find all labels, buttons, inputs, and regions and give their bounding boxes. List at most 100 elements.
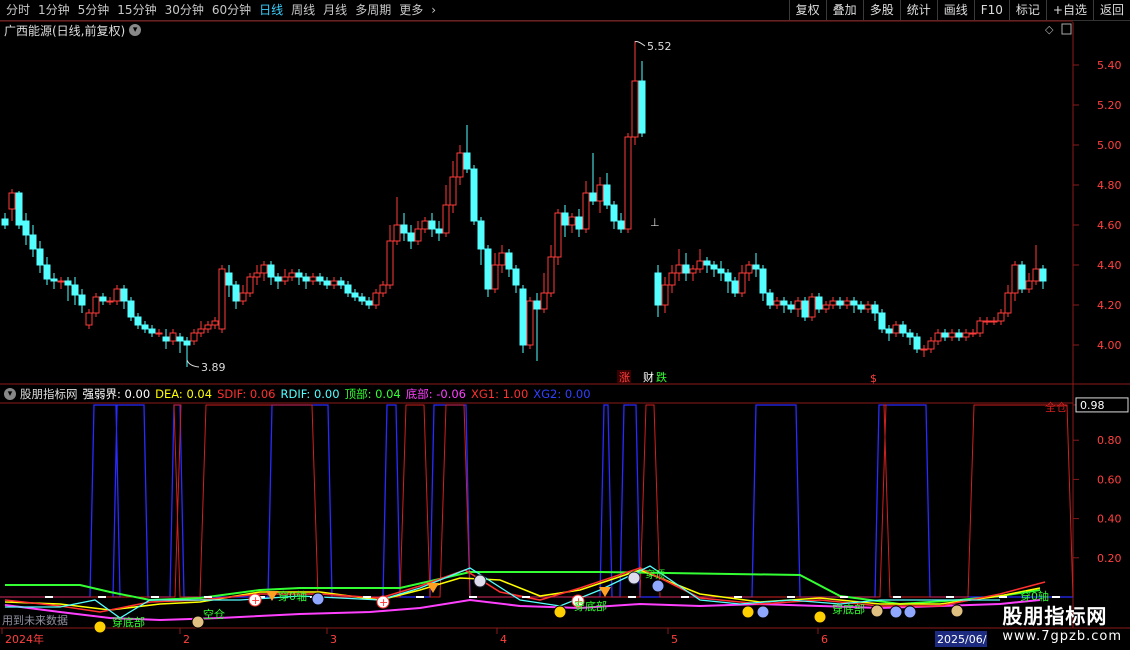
candle-body-35 xyxy=(246,276,254,294)
candle-body-3 xyxy=(22,220,30,236)
candle-body-133 xyxy=(941,332,949,338)
coin-icon-1 xyxy=(870,604,884,618)
candle-body-17 xyxy=(120,288,128,302)
candle-body-52 xyxy=(365,300,373,306)
candle-body-135 xyxy=(955,332,963,338)
xg2-line xyxy=(0,404,1073,598)
ind-tick-1: 0.80 xyxy=(1097,434,1122,447)
candle-body-131 xyxy=(927,340,935,350)
candle-body-101 xyxy=(717,268,725,274)
time-label-4: 5 xyxy=(671,633,678,646)
candle-body-70 xyxy=(491,264,499,290)
candle-body-91 xyxy=(638,80,646,134)
candle-body-71 xyxy=(498,252,506,266)
candle-body-9 xyxy=(64,280,72,286)
candle-body-18 xyxy=(127,300,135,318)
indicator-param-6: XG1: 1.00 xyxy=(471,387,529,401)
diamond-icon: ◇ xyxy=(1045,23,1054,36)
low-price-label: 3.89 xyxy=(201,361,226,374)
candle-body-142 xyxy=(1004,292,1012,314)
candle-body-47 xyxy=(330,280,338,286)
candle-body-128 xyxy=(906,332,914,338)
candle-body-46 xyxy=(323,280,331,286)
candle-body-127 xyxy=(899,324,907,334)
smiley-icon-3 xyxy=(93,620,107,634)
candle-body-43 xyxy=(302,276,310,282)
candle-body-79 xyxy=(554,212,562,258)
candle-body-32 xyxy=(225,272,233,286)
candle-body-57 xyxy=(400,224,408,234)
candle-body-94 xyxy=(668,272,676,286)
candle-body-23 xyxy=(162,336,170,342)
candle-body-8 xyxy=(57,280,65,283)
bottom-line xyxy=(4,598,1041,622)
diamond-signal-icon-2 xyxy=(599,587,611,597)
event-label-0: 涨 xyxy=(619,371,630,384)
price-tick-4: 4.60 xyxy=(1097,219,1122,232)
candle-body-7 xyxy=(50,278,58,282)
candle-body-74 xyxy=(519,288,527,346)
plus-glyph-0: + xyxy=(251,594,260,607)
candle-body-119 xyxy=(843,300,851,306)
candle-body-28 xyxy=(197,328,205,334)
candle-body-117 xyxy=(829,300,837,306)
clock-icon-1 xyxy=(627,571,641,585)
candle-body-132 xyxy=(934,332,942,342)
candle-body-38 xyxy=(267,264,275,278)
ind-tick-3: 0.40 xyxy=(1097,513,1122,526)
candle-body-147 xyxy=(1039,268,1047,282)
candle-body-42 xyxy=(295,272,303,278)
ind-tick-4: 0.20 xyxy=(1097,552,1122,565)
indicator-dropdown-icon[interactable]: ▾ xyxy=(4,388,16,400)
time-label-0: 2024年 xyxy=(5,632,44,646)
event-label-2: 跌 xyxy=(656,370,667,384)
plus-glyph-1: + xyxy=(379,596,388,609)
tick-mark-glyph: ⊥ xyxy=(650,216,660,229)
candle-body-65 xyxy=(456,152,464,178)
candle-body-77 xyxy=(540,292,548,310)
candle-body-51 xyxy=(358,296,366,302)
candle-body-141 xyxy=(997,312,1005,322)
top-line xyxy=(5,571,1041,606)
time-label-1: 2 xyxy=(183,633,190,646)
candle-body-10 xyxy=(71,284,79,296)
candle-body-40 xyxy=(281,276,289,282)
candle-body-36 xyxy=(253,272,261,278)
candle-body-122 xyxy=(864,304,872,310)
label-empty: 空仓 xyxy=(203,607,225,621)
indicator-param-3: RDIF: 0.00 xyxy=(280,387,340,401)
candle-body-104 xyxy=(738,272,746,294)
candle-body-25 xyxy=(176,336,184,342)
candle-body-139 xyxy=(983,320,991,323)
candle-body-80 xyxy=(561,212,569,226)
price-tick-1: 5.20 xyxy=(1097,99,1122,112)
candle-body-86 xyxy=(603,184,611,206)
high-price-label: 5.52 xyxy=(647,40,672,53)
candle-body-136 xyxy=(962,332,970,338)
candle-body-63 xyxy=(442,204,450,234)
kline-chart: 5.40 5.20 5.00 4.80 4.60 4.40 4.20 4.00 ◇ 5.52 3.8… xyxy=(0,20,1130,647)
indicator-param-5: 底部: -0.06 xyxy=(405,387,467,401)
candle-body-143 xyxy=(1011,264,1019,294)
candle-body-58 xyxy=(407,232,415,242)
label-full-win: 全仓 xyxy=(1045,400,1067,414)
candle-body-95 xyxy=(675,264,683,274)
candle-body-145 xyxy=(1025,280,1033,290)
xg1-line xyxy=(0,404,1074,598)
label-axis: 穿0轴 xyxy=(278,589,307,603)
candle-body-92 xyxy=(654,272,662,306)
sad-icon-4 xyxy=(651,579,665,593)
price-tick-5: 4.40 xyxy=(1097,259,1122,272)
candle-body-34 xyxy=(239,292,247,302)
candle-body-67 xyxy=(470,168,478,222)
event-label-1: 财 xyxy=(643,370,654,384)
price-tick-0: 5.40 xyxy=(1097,59,1122,72)
sad-icon-2 xyxy=(903,605,917,619)
candle-body-90 xyxy=(631,80,639,138)
time-label-2: 3 xyxy=(330,633,337,646)
candle-body-73 xyxy=(512,268,520,286)
candle-body-20 xyxy=(141,324,149,330)
candle-body-138 xyxy=(976,320,984,334)
candle-body-125 xyxy=(885,328,893,334)
candle-body-126 xyxy=(892,324,900,334)
